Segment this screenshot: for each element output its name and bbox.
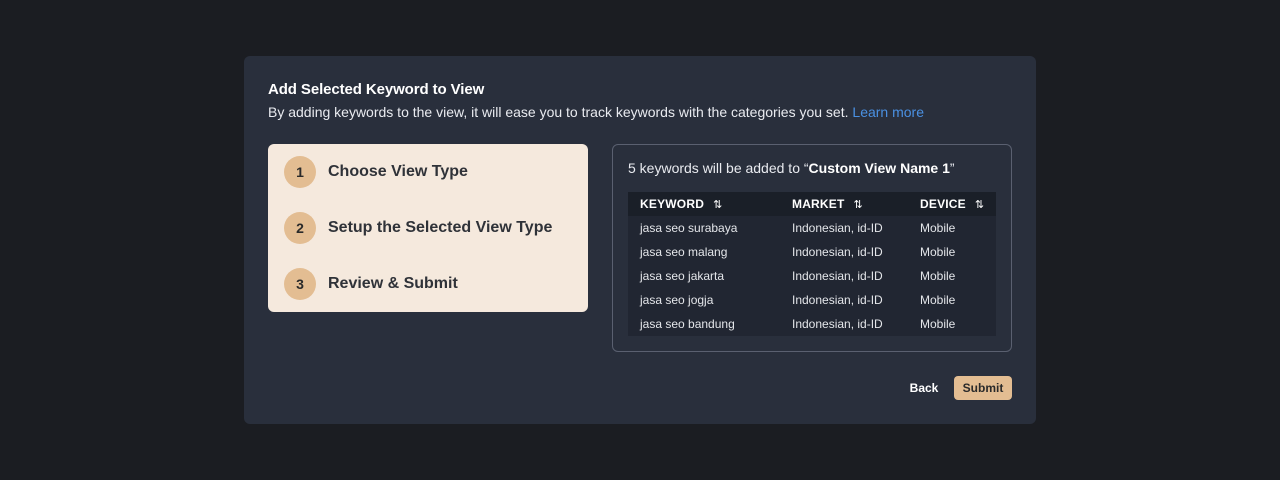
table-header: KEYWORD ⇅ MARKET ⇅ DEVICE ⇅ bbox=[628, 192, 996, 216]
table-row: jasa seo surabaya Indonesian, id-ID Mobile bbox=[628, 216, 996, 240]
preview-heading: 5 keywords will be added to “Custom View… bbox=[628, 160, 955, 176]
preview-suffix: ” bbox=[949, 160, 955, 176]
table-row: jasa seo jogja Indonesian, id-ID Mobile bbox=[628, 288, 996, 312]
step-number: 2 bbox=[284, 212, 316, 244]
sort-icon[interactable]: ⇅ bbox=[854, 198, 863, 211]
device-cell: Mobile bbox=[920, 293, 956, 307]
keyword-cell: jasa seo jogja bbox=[640, 293, 714, 307]
device-cell: Mobile bbox=[920, 269, 956, 283]
column-label: DEVICE bbox=[920, 197, 966, 211]
device-cell: Mobile bbox=[920, 221, 956, 235]
view-name: Custom View Name 1 bbox=[808, 160, 950, 176]
step-number: 1 bbox=[284, 156, 316, 188]
step-label: Setup the Selected View Type bbox=[328, 219, 553, 236]
column-label: KEYWORD bbox=[640, 197, 705, 211]
modal-description: By adding keywords to the view, it will … bbox=[268, 104, 924, 120]
device-cell: Mobile bbox=[920, 245, 956, 259]
table-row: jasa seo malang Indonesian, id-ID Mobile bbox=[628, 240, 996, 264]
table-row: jasa seo bandung Indonesian, id-ID Mobile bbox=[628, 312, 996, 336]
table-body: jasa seo surabaya Indonesian, id-ID Mobile… bbox=[628, 216, 996, 336]
back-button[interactable]: Back bbox=[900, 376, 948, 400]
column-header-keyword[interactable]: KEYWORD ⇅ bbox=[640, 192, 723, 216]
sort-icon[interactable]: ⇅ bbox=[713, 198, 722, 211]
keyword-cell: jasa seo bandung bbox=[640, 317, 735, 331]
step-item: 1 Choose View Type bbox=[284, 156, 572, 188]
modal-description-text: By adding keywords to the view, it will … bbox=[268, 104, 849, 120]
keyword-cell: jasa seo jakarta bbox=[640, 269, 725, 283]
keyword-preview-panel: 5 keywords will be added to “Custom View… bbox=[612, 144, 1012, 352]
modal-title: Add Selected Keyword to View bbox=[268, 81, 485, 98]
add-keyword-modal: Add Selected Keyword to View By adding k… bbox=[244, 56, 1036, 424]
step-item: 3 Review & Submit bbox=[284, 268, 572, 300]
column-label: MARKET bbox=[792, 197, 845, 211]
device-cell: Mobile bbox=[920, 317, 956, 331]
column-header-market[interactable]: MARKET ⇅ bbox=[792, 192, 863, 216]
step-label: Choose View Type bbox=[328, 163, 468, 180]
table-row: jasa seo jakarta Indonesian, id-ID Mobile bbox=[628, 264, 996, 288]
market-cell: Indonesian, id-ID bbox=[792, 245, 883, 259]
keyword-cell: jasa seo malang bbox=[640, 245, 728, 259]
market-cell: Indonesian, id-ID bbox=[792, 293, 883, 307]
preview-prefix: 5 keywords will be added to “ bbox=[628, 160, 809, 176]
keyword-table: KEYWORD ⇅ MARKET ⇅ DEVICE ⇅ jasa seo sur… bbox=[628, 192, 996, 336]
market-cell: Indonesian, id-ID bbox=[792, 269, 883, 283]
sort-icon[interactable]: ⇅ bbox=[975, 198, 984, 211]
market-cell: Indonesian, id-ID bbox=[792, 317, 883, 331]
market-cell: Indonesian, id-ID bbox=[792, 221, 883, 235]
submit-button[interactable]: Submit bbox=[954, 376, 1012, 400]
keyword-cell: jasa seo surabaya bbox=[640, 221, 738, 235]
steps-panel: 1 Choose View Type 2 Setup the Selected … bbox=[268, 144, 588, 312]
step-number: 3 bbox=[284, 268, 316, 300]
column-header-device[interactable]: DEVICE ⇅ bbox=[920, 192, 984, 216]
step-item: 2 Setup the Selected View Type bbox=[284, 212, 572, 244]
step-label: Review & Submit bbox=[328, 275, 458, 292]
learn-more-link[interactable]: Learn more bbox=[852, 104, 924, 120]
